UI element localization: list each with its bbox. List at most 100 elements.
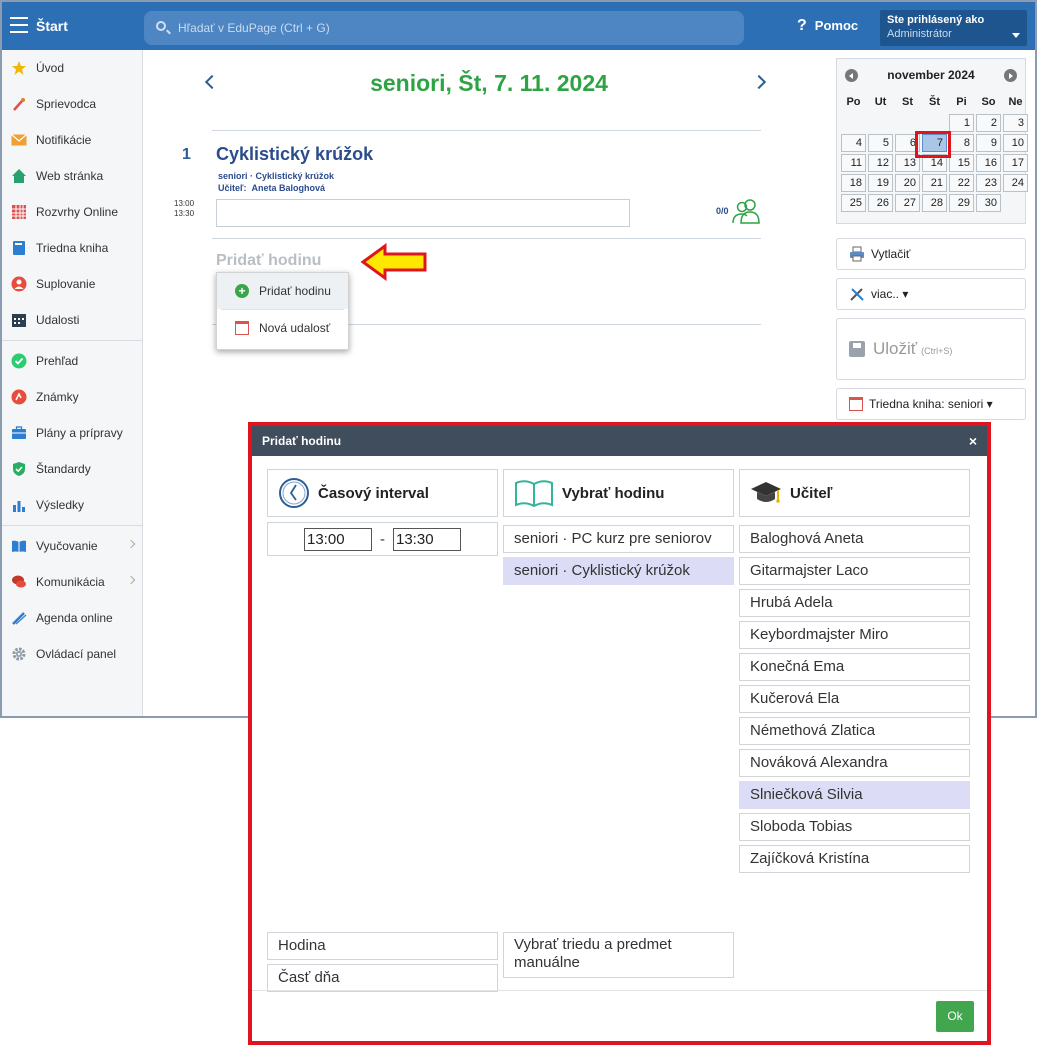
- calendar-day[interactable]: 4: [841, 134, 866, 152]
- calendar-day[interactable]: 15: [949, 154, 974, 172]
- calendar-day[interactable]: 25: [841, 194, 866, 212]
- sidebar-item-vysledky[interactable]: Výsledky: [2, 487, 142, 523]
- calendar-day[interactable]: 1: [949, 114, 974, 132]
- calendar-day[interactable]: 18: [841, 174, 866, 192]
- hour-button[interactable]: Hodina: [267, 932, 498, 960]
- teacher-option[interactable]: Némethová Zlatica: [739, 717, 970, 745]
- dialog-header: Pridať hodinu ×: [252, 426, 987, 456]
- sidebar-item-udalosti[interactable]: Udalosti: [2, 302, 142, 338]
- weekday-label: Po: [846, 96, 861, 108]
- teacher-option[interactable]: Konečná Ema: [739, 653, 970, 681]
- calendar-day[interactable]: 30: [976, 194, 1001, 212]
- teacher-option[interactable]: Hrubá Adela: [739, 589, 970, 617]
- attendance-count: 0/0: [716, 206, 729, 216]
- teacher-option[interactable]: Kučerová Ela: [739, 685, 970, 713]
- teacher-option[interactable]: Baloghová Aneta: [739, 525, 970, 553]
- sidebar-item-rozvrhy[interactable]: Rozvrhy Online: [2, 194, 142, 230]
- menu-item-new-event[interactable]: Nová udalosť: [217, 310, 348, 346]
- sidebar-item-suplovanie[interactable]: Suplovanie: [2, 266, 142, 302]
- calendar-day[interactable]: 12: [868, 154, 893, 172]
- calendar-day[interactable]: 3: [1003, 114, 1028, 132]
- calendar-day[interactable]: 16: [976, 154, 1001, 172]
- mini-calendar: november 2024 Po Ut St Št Pi So Ne 1 2 3 4 5 6 7 8 9 10…: [836, 58, 1028, 224]
- start-label[interactable]: Štart: [36, 18, 68, 34]
- user-label: Ste prihlásený ako: [887, 14, 985, 26]
- manual-select-button[interactable]: Vybrať triedu a predmet manuálne: [503, 932, 734, 978]
- sidebar-item-notifikacie[interactable]: Notifikácie: [2, 122, 142, 158]
- teacher-option[interactable]: Sloboda Tobias: [739, 813, 970, 841]
- sidebar-item-uvod[interactable]: Úvod: [2, 50, 142, 86]
- menu-item-add-lesson[interactable]: + Pridať hodinu: [217, 273, 348, 309]
- calendar-header: november 2024: [837, 59, 1025, 91]
- calendar-icon: [235, 321, 249, 335]
- weekday-label: Ut: [874, 96, 887, 108]
- tools-icon: [850, 288, 864, 301]
- calendar-blank: [868, 114, 893, 132]
- weekday-label: So: [981, 96, 996, 108]
- sidebar-item-web-stranka[interactable]: Web stránka: [2, 158, 142, 194]
- dialog-footer-divider: [252, 990, 987, 991]
- calendar-day[interactable]: 5: [868, 134, 893, 152]
- more-button[interactable]: viac.. ▾: [836, 278, 1026, 310]
- help-button[interactable]: ? Pomoc: [797, 17, 858, 35]
- teacher-option[interactable]: Zajíčková Kristína: [739, 845, 970, 873]
- lesson-topic-field[interactable]: [216, 199, 630, 227]
- calendar-day[interactable]: 29: [949, 194, 974, 212]
- calendar-day[interactable]: 19: [868, 174, 893, 192]
- save-button[interactable]: Uložiť (Ctrl+S): [836, 318, 1026, 380]
- sidebar-item-vyucovanie[interactable]: Vyučovanie: [2, 528, 142, 564]
- lesson-option[interactable]: seniori · Cyklistický krúžok: [503, 557, 734, 585]
- teacher-option[interactable]: Gitarmajster Laco: [739, 557, 970, 585]
- menu-icon[interactable]: [10, 17, 28, 33]
- close-icon[interactable]: ×: [969, 426, 977, 456]
- sidebar-item-prehlad[interactable]: Prehľad: [2, 343, 142, 379]
- print-button[interactable]: Vytlačiť: [836, 238, 1026, 270]
- calendar-day[interactable]: 10: [1003, 134, 1028, 152]
- sidebar-item-standardy[interactable]: Štandardy: [2, 451, 142, 487]
- calendar-day[interactable]: 2: [976, 114, 1001, 132]
- search-box[interactable]: [144, 11, 744, 45]
- teacher-option[interactable]: Nováková Alexandra: [739, 749, 970, 777]
- divider: [212, 130, 761, 131]
- calendar-day[interactable]: 22: [949, 174, 974, 192]
- calendar-day[interactable]: 9: [976, 134, 1001, 152]
- user-menu[interactable]: Ste prihlásený ako Administrátor: [880, 10, 1027, 46]
- calendar-day[interactable]: 20: [895, 174, 920, 192]
- sidebar-item-triedna-kniha[interactable]: Triedna kniha: [2, 230, 142, 266]
- calendar-day[interactable]: 17: [1003, 154, 1028, 172]
- calendar-day[interactable]: 24: [1003, 174, 1028, 192]
- search-input[interactable]: [178, 19, 718, 37]
- lesson-option[interactable]: seniori · PC kurz pre seniorov: [503, 525, 734, 553]
- students-icon[interactable]: [730, 198, 762, 224]
- time-from-input[interactable]: [304, 527, 372, 551]
- teacher-option[interactable]: Keybordmajster Miro: [739, 621, 970, 649]
- calendar-day[interactable]: 23: [976, 174, 1001, 192]
- prev-month-icon[interactable]: [845, 69, 858, 82]
- add-lesson-link[interactable]: Pridať hodinu: [216, 252, 321, 270]
- day-part-button[interactable]: Časť dňa: [267, 964, 498, 992]
- sidebar-item-znamky[interactable]: Známky: [2, 379, 142, 415]
- calendar-day[interactable]: 27: [895, 194, 920, 212]
- bar-chart-icon: [10, 496, 28, 514]
- next-month-icon[interactable]: [1004, 69, 1017, 82]
- sidebar-item-plany[interactable]: Plány a prípravy: [2, 415, 142, 451]
- sidebar-item-ovladaci-panel[interactable]: Ovládací panel: [2, 636, 142, 672]
- classbook-button[interactable]: Triedna kniha: seniori ▾: [836, 388, 1026, 420]
- lesson-title[interactable]: Cyklistický krúžok: [216, 144, 373, 165]
- calendar-day[interactable]: 21: [922, 174, 947, 192]
- calendar-blank: [922, 114, 947, 132]
- grade-icon: [10, 388, 28, 406]
- sidebar-item-sprievodca[interactable]: Sprievodca: [2, 86, 142, 122]
- calendar-day[interactable]: 26: [868, 194, 893, 212]
- calendar-day[interactable]: 28: [922, 194, 947, 212]
- sidebar-item-komunikacia[interactable]: Komunikácia: [2, 564, 142, 600]
- ok-button[interactable]: Ok: [936, 1001, 974, 1032]
- teacher-option[interactable]: Slniečková Silvia: [739, 781, 970, 809]
- calendar-day[interactable]: 8: [949, 134, 974, 152]
- chevron-right-icon: [126, 539, 136, 549]
- calendar-day[interactable]: 11: [841, 154, 866, 172]
- user-role: Administrátor: [887, 28, 952, 40]
- time-to-input[interactable]: [393, 527, 461, 551]
- sidebar-item-agenda[interactable]: Agenda online: [2, 600, 142, 636]
- disk-icon: [849, 341, 865, 357]
